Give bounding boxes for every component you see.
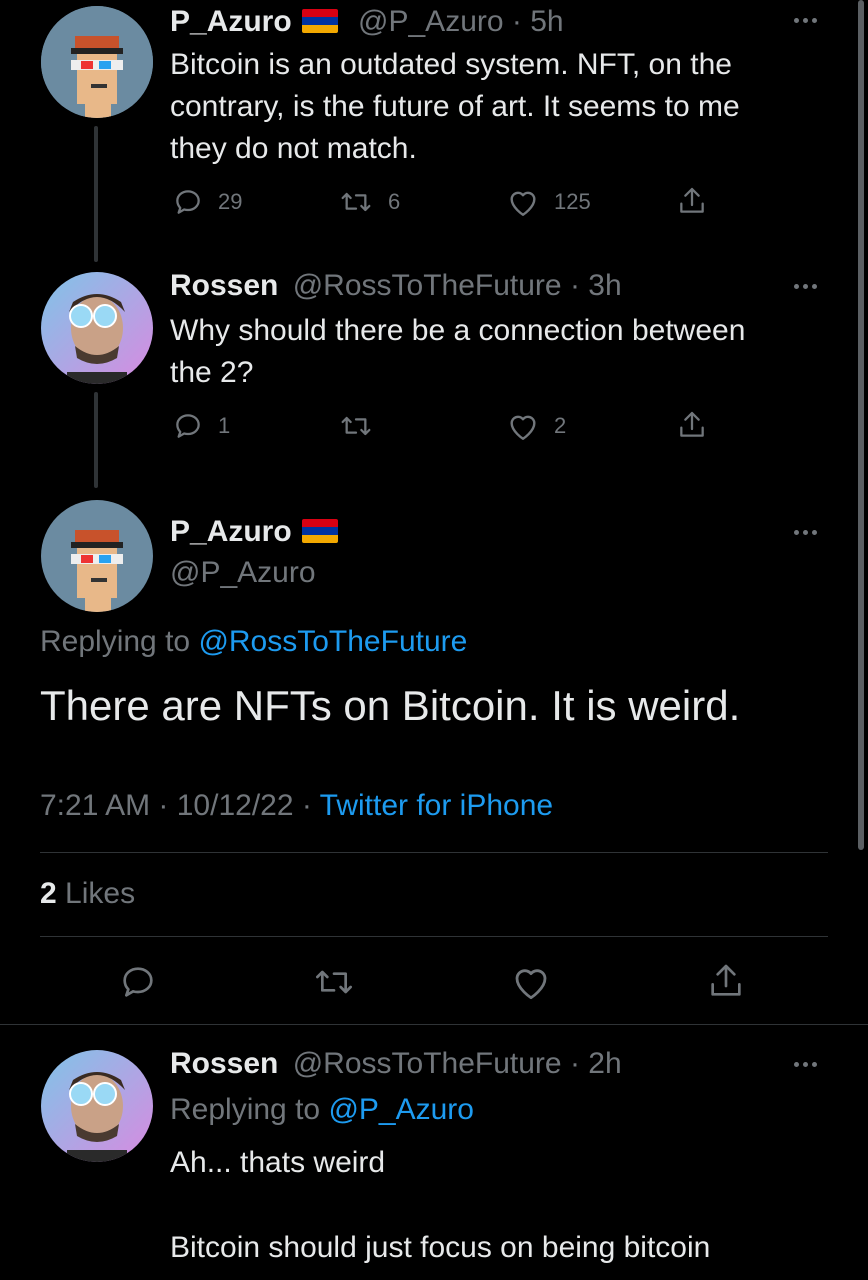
focus-client-link[interactable]: Twitter for iPhone bbox=[320, 789, 553, 822]
armenia-flag-icon bbox=[301, 9, 338, 33]
focus-more-icon[interactable] bbox=[794, 530, 817, 535]
reply-name[interactable]: Rossen bbox=[170, 1047, 278, 1080]
focus-time: 7:21 AM bbox=[40, 789, 151, 822]
tweet-1-text: Bitcoin is an outdated system. NFT, on t… bbox=[170, 48, 740, 165]
person-avatar-icon bbox=[41, 1050, 153, 1162]
focus-replying-to: Replying to @RossToTheFuture bbox=[40, 625, 468, 658]
tweet-2-more-icon[interactable] bbox=[794, 284, 817, 289]
tweet-1-more-icon[interactable] bbox=[794, 18, 817, 23]
focus-name[interactable]: P_Azuro bbox=[170, 515, 292, 548]
tweet-2-retweet-button[interactable] bbox=[338, 410, 388, 442]
reply-time[interactable]: 2h bbox=[588, 1047, 621, 1080]
pixel-punk-avatar-icon bbox=[41, 500, 153, 612]
tweet-2-time[interactable]: 3h bbox=[588, 269, 621, 302]
reply-header: Rossen @RossToTheFuture · 2h bbox=[170, 1047, 622, 1080]
share-icon bbox=[680, 411, 704, 437]
section-divider bbox=[0, 1024, 868, 1025]
tweet-1-like-button[interactable]: 125 bbox=[506, 186, 591, 218]
share-icon bbox=[711, 964, 741, 996]
tweet-2-header: Rossen @RossToTheFuture · 3h bbox=[170, 269, 622, 302]
focus-share-button[interactable] bbox=[706, 960, 746, 1002]
reply-icon bbox=[176, 414, 200, 438]
tweet-1-retweet-button[interactable]: 6 bbox=[338, 186, 400, 218]
reply-icon bbox=[176, 190, 200, 214]
tweet-2-share-button[interactable] bbox=[676, 408, 708, 442]
tweet-1-handle[interactable]: @P_Azuro bbox=[358, 5, 504, 38]
tweet-1-header: P_Azuro @P_Azuro · 5h bbox=[170, 5, 564, 38]
person-avatar-icon bbox=[41, 272, 153, 384]
avatar-punk[interactable] bbox=[41, 500, 153, 612]
tweet-1-name[interactable]: P_Azuro bbox=[170, 5, 292, 38]
divider bbox=[40, 936, 828, 937]
focus-reply-button[interactable] bbox=[118, 962, 158, 1002]
reply-text-line1: Ah... thats weird bbox=[170, 1146, 386, 1179]
heart-icon bbox=[510, 191, 536, 216]
tweet-2-handle[interactable]: @RossToTheFuture bbox=[293, 269, 562, 302]
avatar-rossen[interactable] bbox=[41, 1050, 153, 1162]
thread-line bbox=[94, 392, 98, 488]
scrollbar[interactable] bbox=[858, 0, 864, 850]
heart-icon bbox=[510, 415, 536, 440]
focus-likes-count[interactable]: 2 Likes bbox=[40, 874, 135, 914]
focus-date: 10/12/22 bbox=[176, 789, 294, 822]
reply-replying-to: Replying to @P_Azuro bbox=[170, 1093, 474, 1126]
tweet-2-name[interactable]: Rossen bbox=[170, 269, 278, 302]
focus-like-button[interactable] bbox=[510, 962, 552, 1002]
focus-text: There are NFTs on Bitcoin. It is weird. bbox=[40, 682, 741, 729]
divider bbox=[40, 852, 828, 853]
tweet-1-time[interactable]: 5h bbox=[530, 5, 563, 38]
reply-text-line2: Bitcoin should just focus on being bitco… bbox=[170, 1231, 711, 1264]
heart-icon bbox=[515, 969, 547, 1000]
avatar-rossen[interactable] bbox=[41, 272, 153, 384]
retweet-icon bbox=[341, 192, 371, 212]
tweet-1-reply-button[interactable]: 29 bbox=[172, 186, 242, 218]
focus-retweet-button[interactable] bbox=[312, 962, 356, 1002]
reply-handle[interactable]: @RossToTheFuture bbox=[293, 1047, 562, 1080]
replying-to-link[interactable]: @RossToTheFuture bbox=[198, 625, 467, 658]
focus-meta: 7:21 AM · 10/12/22 · Twitter for iPhone bbox=[40, 789, 554, 822]
tweet-1-share-button[interactable] bbox=[676, 184, 708, 218]
reply-more-icon[interactable] bbox=[794, 1062, 817, 1067]
retweet-icon bbox=[341, 416, 371, 436]
tweet-2-text: Why should there be a connection between… bbox=[170, 314, 746, 389]
reply-icon bbox=[123, 967, 153, 997]
avatar-punk[interactable] bbox=[41, 6, 153, 118]
focus-header: P_Azuro bbox=[170, 512, 338, 552]
tweet-2-reply-button[interactable]: 1 bbox=[172, 410, 230, 442]
thread-line bbox=[94, 126, 98, 262]
retweet-icon bbox=[316, 970, 352, 994]
pixel-punk-avatar-icon bbox=[41, 6, 153, 118]
focus-handle[interactable]: @P_Azuro bbox=[170, 553, 316, 593]
armenia-flag-icon bbox=[301, 519, 338, 543]
replying-to-link[interactable]: @P_Azuro bbox=[328, 1093, 474, 1126]
share-icon bbox=[680, 187, 704, 213]
tweet-2-like-button[interactable]: 2 bbox=[506, 410, 566, 442]
